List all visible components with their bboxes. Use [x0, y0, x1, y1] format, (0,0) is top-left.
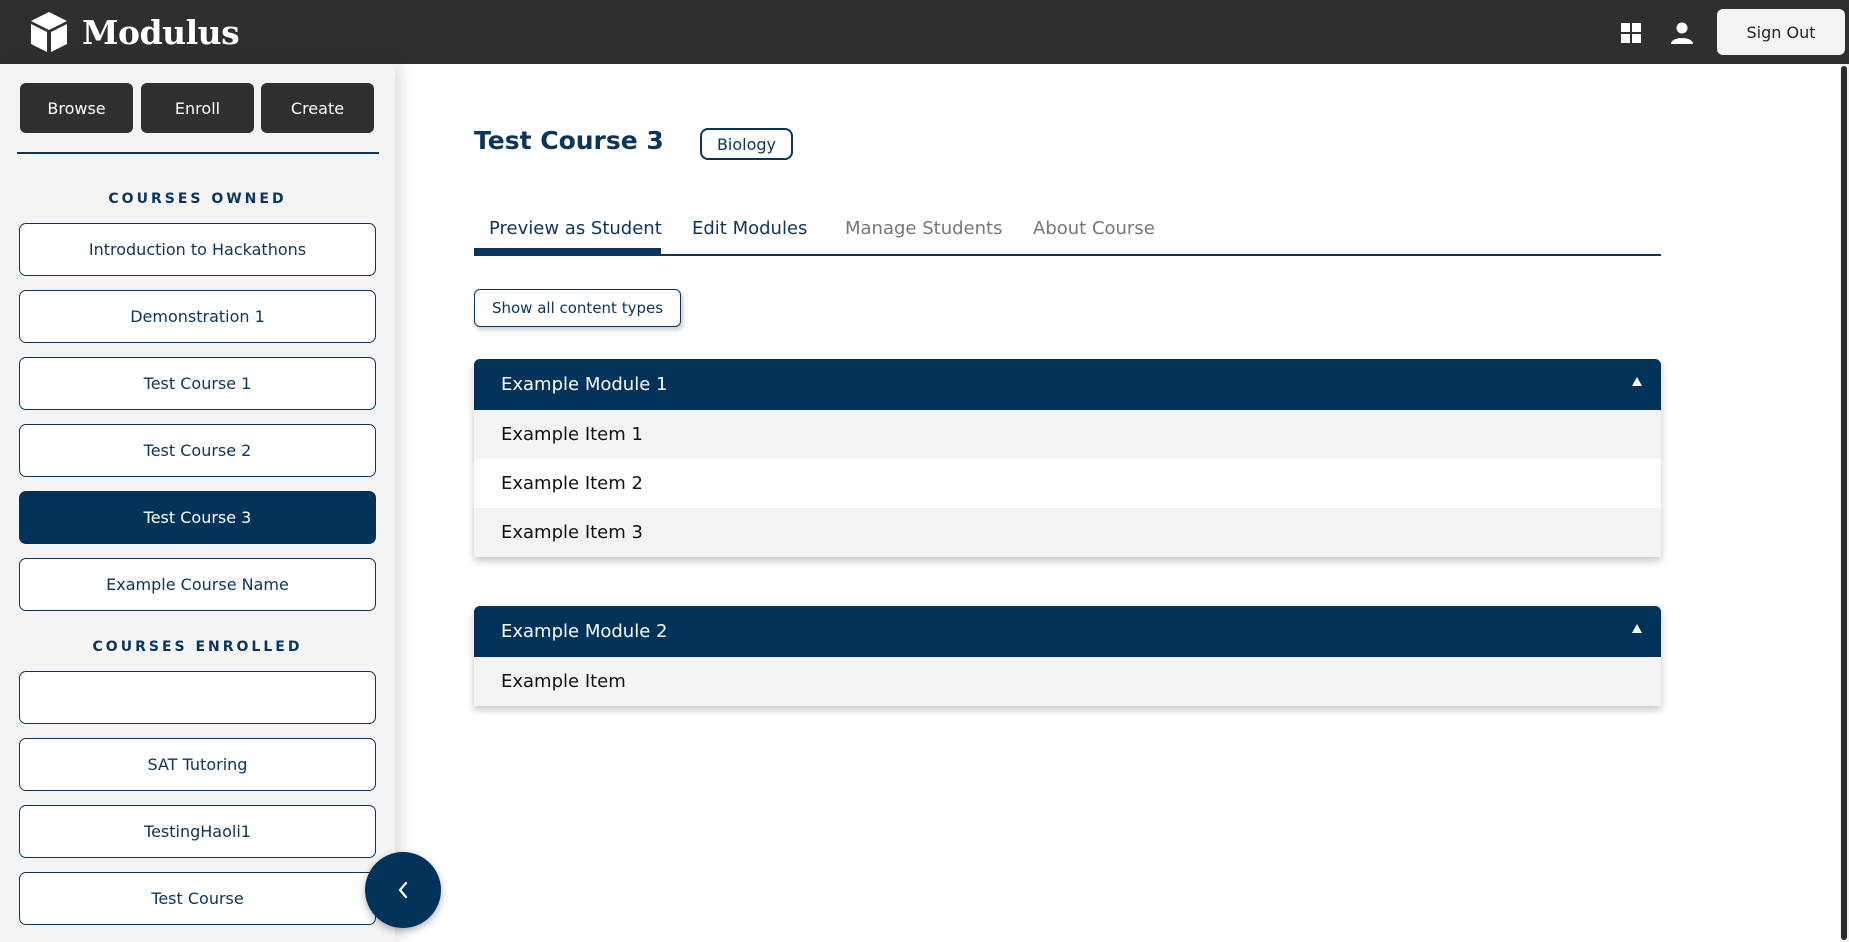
module-title: Example Module 1 — [501, 374, 668, 395]
module-item[interactable]: Example Item — [474, 657, 1661, 706]
sidebar-course-enrolled[interactable] — [19, 671, 376, 724]
module-panel: Example Module 1 Example Item 1 Example … — [474, 359, 1661, 557]
sidebar-course-enrolled[interactable]: SAT Tutoring — [19, 738, 376, 791]
brand-name: Modulus — [82, 12, 240, 52]
sidebar-course-owned[interactable]: Introduction to Hackathons — [19, 223, 376, 276]
courses-owned-heading: COURSES OWNED — [108, 191, 287, 207]
user-icon[interactable] — [1669, 20, 1695, 46]
course-tabs: Preview as Student Edit Modules Manage S… — [474, 214, 1661, 256]
browse-button[interactable]: Browse — [20, 83, 133, 133]
tab-about-course[interactable]: About Course — [1033, 218, 1155, 239]
enroll-button[interactable]: Enroll — [141, 83, 254, 133]
module-header[interactable]: Example Module 2 — [474, 606, 1661, 657]
sidebar-course-owned[interactable]: Example Course Name — [19, 558, 376, 611]
tab-manage-students[interactable]: Manage Students — [845, 218, 1002, 239]
top-bar: Modulus Sign Out — [0, 0, 1849, 64]
show-content-types-button[interactable]: Show all content types — [474, 289, 681, 327]
sidebar-divider — [17, 152, 379, 154]
sidebar-course-enrolled[interactable]: TestingHaoli1 — [19, 805, 376, 858]
tab-edit-modules[interactable]: Edit Modules — [692, 218, 807, 239]
sidebar: Browse Enroll Create COURSES OWNED Intro… — [0, 64, 395, 942]
module-title: Example Module 2 — [501, 621, 668, 642]
grid-icon[interactable] — [1618, 20, 1644, 46]
active-tab-indicator — [474, 248, 661, 254]
scrollbar-thumb[interactable] — [1841, 66, 1847, 940]
cube-logo-icon — [31, 12, 67, 52]
module-item[interactable]: Example Item 2 — [474, 459, 1661, 508]
brand[interactable]: Modulus — [28, 10, 240, 54]
collapse-sidebar-button[interactable] — [365, 852, 441, 928]
module-panel: Example Module 2 Example Item — [474, 606, 1661, 706]
sidebar-course-owned[interactable]: Demonstration 1 — [19, 290, 376, 343]
course-title: Test Course 3 — [474, 126, 664, 155]
sidebar-course-owned[interactable]: Test Course 1 — [19, 357, 376, 410]
sign-out-button[interactable]: Sign Out — [1717, 9, 1845, 55]
caret-up-icon[interactable] — [1632, 377, 1642, 386]
module-item[interactable]: Example Item 3 — [474, 508, 1661, 557]
sidebar-course-owned[interactable]: Test Course 2 — [19, 424, 376, 477]
module-header[interactable]: Example Module 1 — [474, 359, 1661, 410]
page-scrollbar[interactable] — [1840, 64, 1849, 942]
module-item[interactable]: Example Item 1 — [474, 410, 1661, 459]
courses-enrolled-heading: COURSES ENROLLED — [92, 639, 303, 655]
subject-badge: Biology — [700, 128, 793, 160]
tab-preview-as-student[interactable]: Preview as Student — [489, 218, 662, 239]
sidebar-course-enrolled[interactable]: Test Course — [19, 872, 376, 925]
chevron-left-icon — [398, 881, 408, 899]
sidebar-course-owned-active[interactable]: Test Course 3 — [19, 491, 376, 544]
create-button[interactable]: Create — [261, 83, 374, 133]
caret-up-icon[interactable] — [1632, 624, 1642, 633]
